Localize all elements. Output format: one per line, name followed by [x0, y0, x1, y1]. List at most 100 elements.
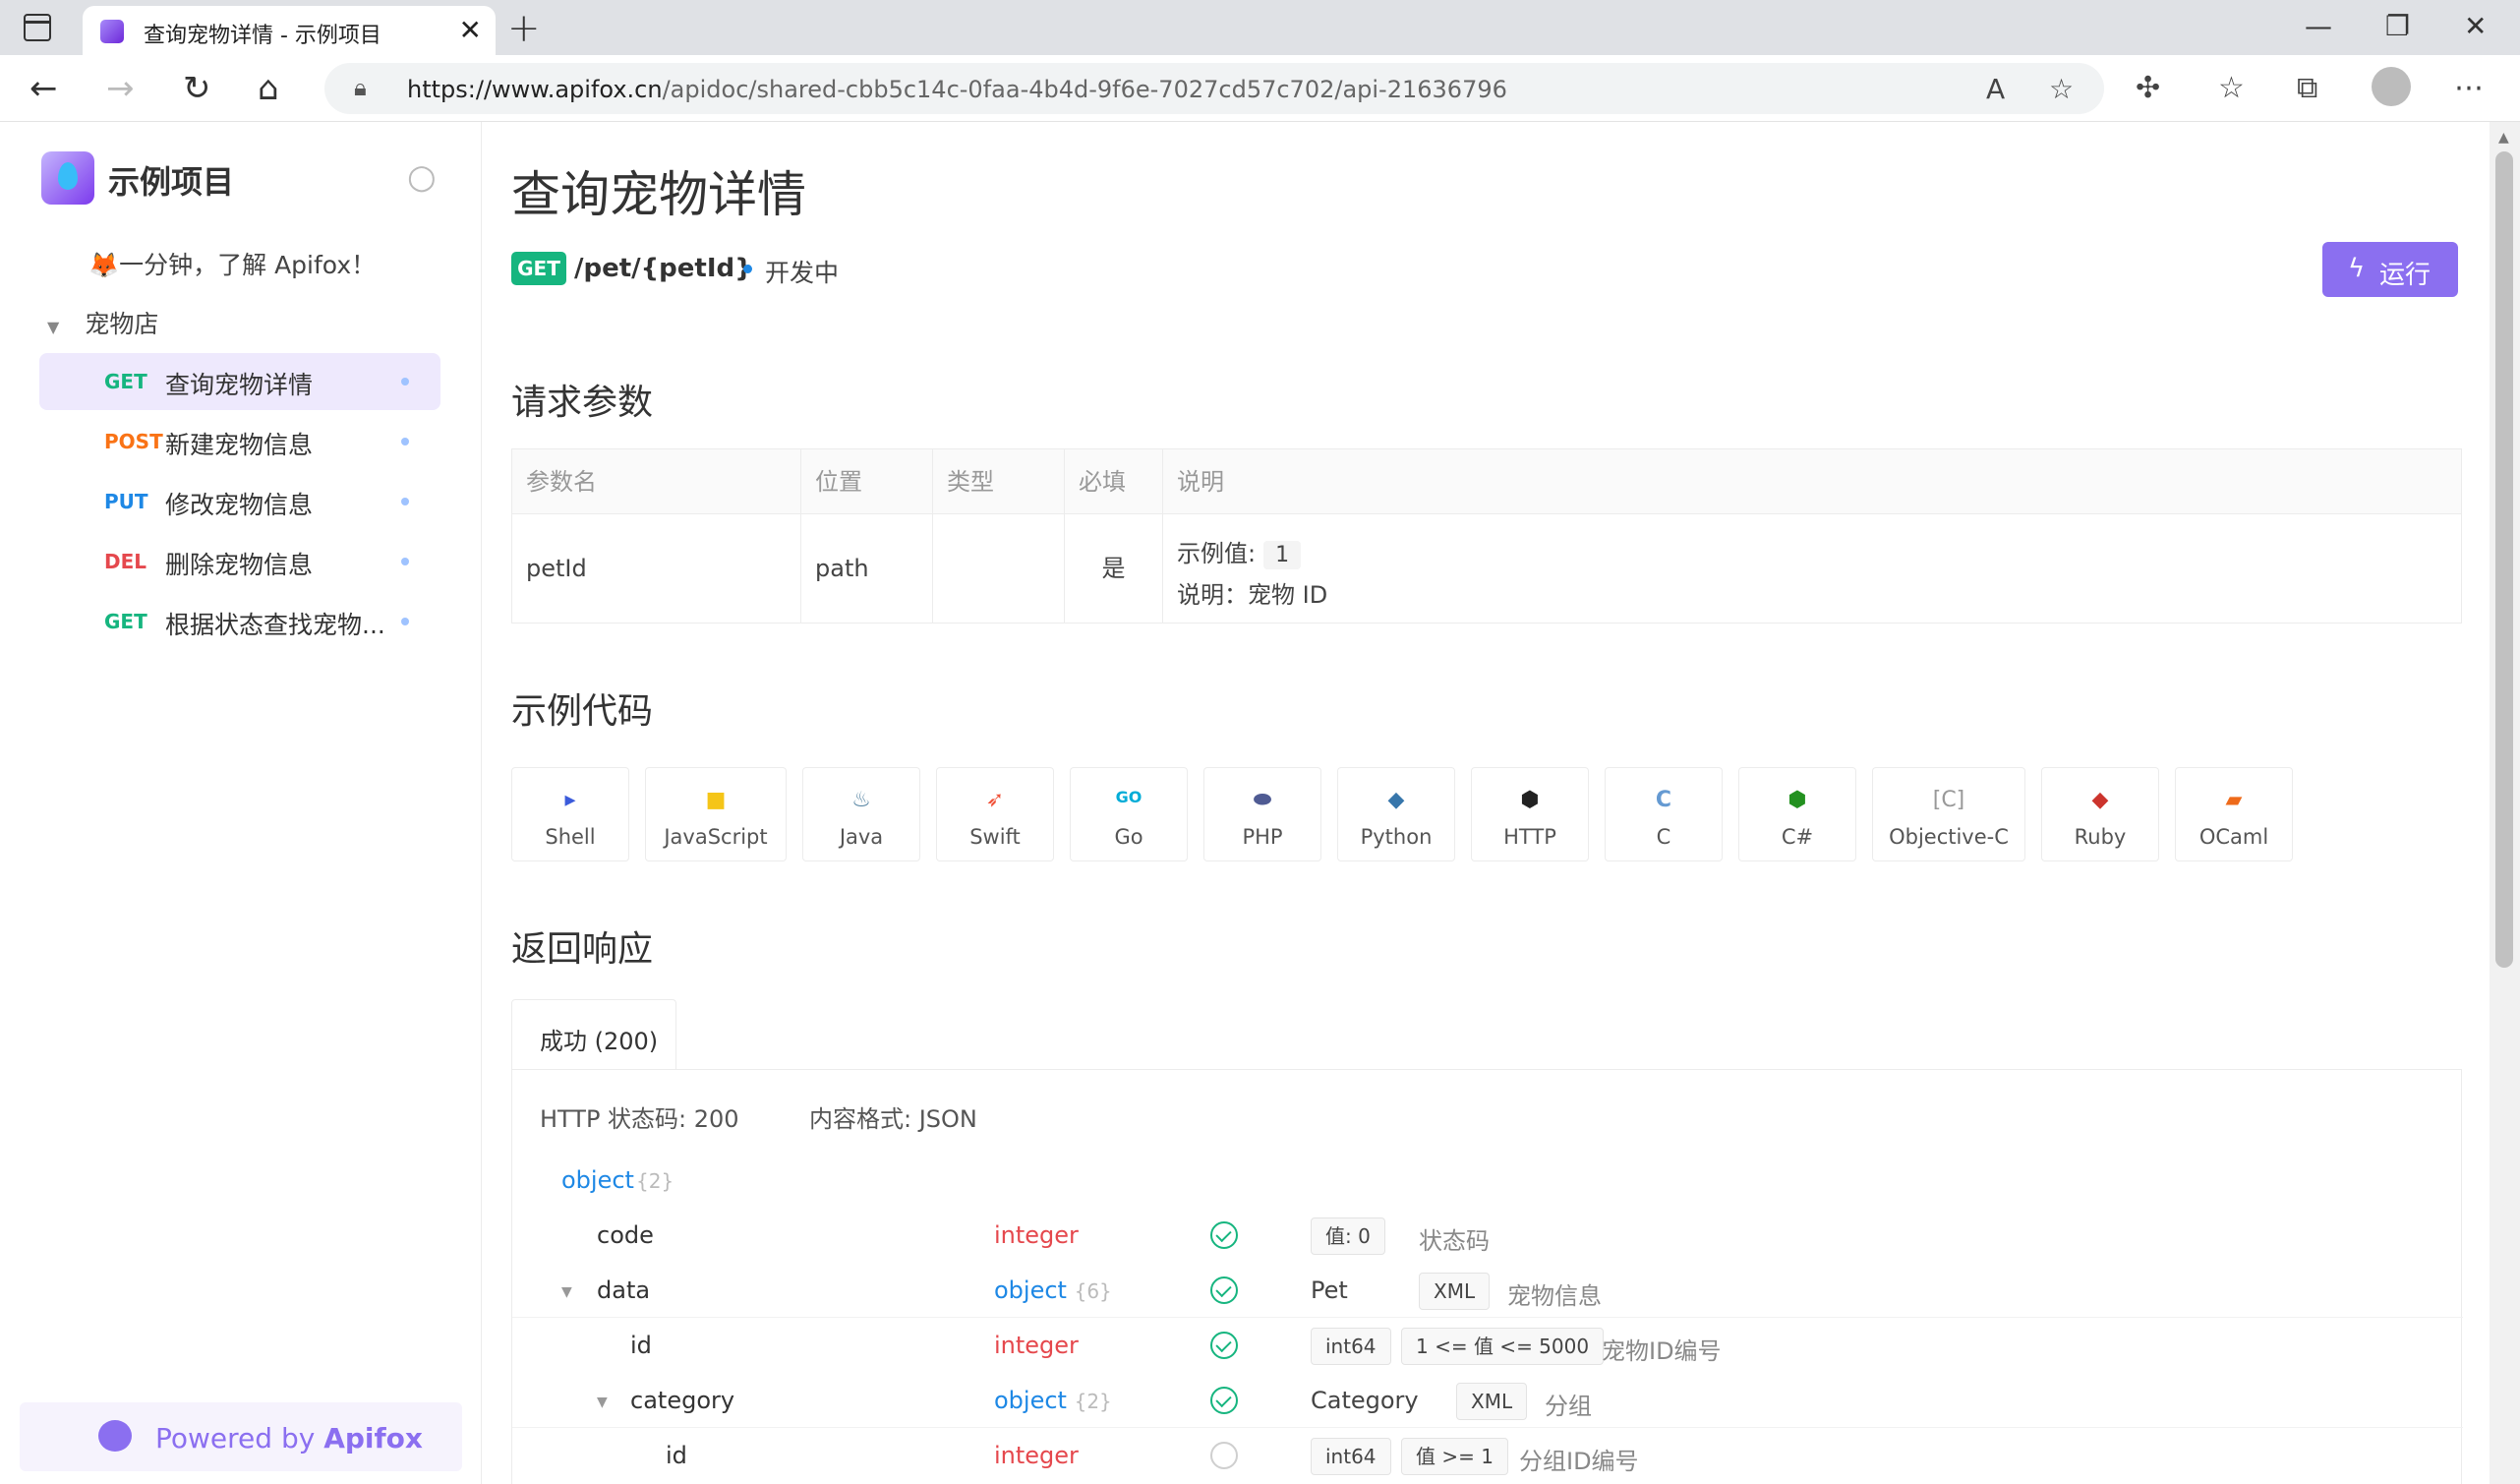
close-window-icon[interactable]: ✕ [2464, 10, 2487, 42]
new-tab-icon[interactable]: + [507, 6, 541, 51]
sidebar-item-delete-pet[interactable]: DEL 删除宠物信息 [39, 533, 440, 590]
status-dot [401, 498, 409, 505]
lang-php[interactable]: ⬬ PHP [1203, 767, 1321, 861]
api-name: 查询宠物详情 [165, 371, 314, 399]
powered-by-text: Powered by Apifox [155, 1422, 423, 1454]
javascript-icon: ■ [705, 788, 727, 812]
schema-row: ▼ category object {2} Category XML 分组 [512, 1373, 2463, 1428]
field-desc: 分组 [1545, 1393, 1592, 1420]
content-type: 内容格式: JSON [809, 1105, 977, 1133]
back-icon[interactable]: ← [29, 69, 58, 108]
sidebar-item-get-pet[interactable]: GET 查询宠物详情 [39, 353, 440, 410]
lang-shell[interactable]: ▸ Shell [511, 767, 629, 861]
lang-c[interactable]: CC [1605, 767, 1723, 861]
field-name: data [597, 1276, 651, 1304]
param-type [933, 514, 1065, 623]
scroll-thumb[interactable] [2495, 151, 2513, 968]
page-scrollbar[interactable]: ▲ [2490, 122, 2520, 1484]
close-tab-icon[interactable]: ✕ [459, 14, 482, 46]
read-aloud-icon[interactable]: A [1986, 73, 2005, 105]
forward-icon[interactable]: → [106, 69, 135, 108]
schema-row: code integer 值: 0 状态码 [512, 1208, 2463, 1263]
ocaml-icon: ▰ [2225, 788, 2243, 812]
range-chip: 值 >= 1 [1401, 1438, 1508, 1475]
status-dot [401, 618, 409, 625]
param-name: petId [512, 514, 801, 623]
tab-actions-icon[interactable] [24, 14, 51, 41]
lang-python[interactable]: ◆ Python [1337, 767, 1455, 861]
schema-ref[interactable]: Category [1311, 1387, 1419, 1414]
lang-java[interactable]: ♨ Java [802, 767, 920, 861]
schema-root-row: object {2} [512, 1153, 2463, 1208]
http-status-code: HTTP 状态码: 200 [540, 1105, 739, 1133]
more-menu-icon[interactable]: ⋯ [2454, 71, 2484, 105]
sidebar-item-put-pet[interactable]: PUT 修改宠物信息 [39, 473, 440, 530]
apifox-logo-icon [98, 1420, 132, 1452]
field-name: id [666, 1442, 687, 1469]
browser-tab[interactable]: 查询宠物详情 - 示例项目 ✕ [83, 6, 496, 55]
url-field[interactable]: 🔒︎ https://www.apifox.cn/apidoc/shared-c… [324, 63, 2104, 114]
profile-avatar[interactable] [2372, 67, 2411, 106]
run-button[interactable]: ϟ 运行 [2322, 242, 2458, 297]
header-location: 位置 [801, 449, 933, 514]
home-icon[interactable]: ⌂ [258, 69, 279, 108]
status-dot [401, 438, 409, 445]
lang-ocaml[interactable]: ▰ OCaml [2175, 767, 2293, 861]
lang-ruby[interactable]: ◆ Ruby [2041, 767, 2159, 861]
lang-go[interactable]: GO Go [1070, 767, 1188, 861]
lang-swift[interactable]: ➶ Swift [936, 767, 1054, 861]
sidebar-item-post-pet[interactable]: POST 新建宠物信息 [39, 413, 440, 470]
field-type: integer [994, 1221, 1079, 1249]
add-favorite-icon[interactable]: ☆ [2049, 73, 2074, 105]
sidebar: 示例项目 ○ 🦊一分钟，了解 Apifox！ ▼ 宠物店 GET 查询宠物详情 P… [0, 122, 482, 1484]
restore-icon[interactable]: ❐ [2385, 10, 2410, 42]
lock-icon[interactable]: 🔒︎ [354, 74, 367, 101]
field-desc: 宠物ID编号 [1602, 1337, 1722, 1365]
intro-link[interactable]: 🦊一分钟，了解 Apifox！ [88, 246, 376, 281]
format-chip: int64 [1311, 1328, 1391, 1365]
lang-objective-c[interactable]: [C] Objective-C [1872, 767, 2025, 861]
collections-icon[interactable]: ⧉ [2297, 71, 2317, 105]
schema-row: id integer int64 1 <= 值 <= 5000 宠物ID编号 [512, 1318, 2463, 1373]
sidebar-item-find-by-status[interactable]: GET 根据状态查找宠物... [39, 593, 440, 650]
field-name: code [597, 1221, 654, 1249]
schema-ref[interactable]: Pet [1311, 1276, 1348, 1304]
status-text: 开发中 [765, 259, 840, 287]
collapse-caret-icon[interactable]: ▼ [561, 1284, 572, 1300]
example-value-chip: 1 [1263, 541, 1302, 569]
favorites-icon[interactable]: ☆ [2218, 71, 2245, 105]
range-chip: 1 <= 值 <= 5000 [1401, 1328, 1605, 1365]
param-desc-text: 说明：宠物 ID [1177, 581, 1328, 609]
extensions-icon[interactable]: ✣ [2136, 71, 2160, 105]
schema-row: ▼ data object {6} Pet XML 宠物信息 [512, 1263, 2463, 1318]
param-description: 示例值: 1 说明：宠物 ID [1163, 514, 2461, 623]
status-dot [401, 378, 409, 386]
project-logo [41, 151, 94, 205]
xml-chip: XML [1419, 1273, 1491, 1310]
lang-csharp[interactable]: ⬢ C# [1738, 767, 1856, 861]
refresh-icon[interactable]: ↻ [183, 69, 211, 108]
example-value-line: 示例值: 1 [1177, 534, 1302, 569]
folder-pet-store[interactable]: ▼ 宠物店 [47, 305, 158, 340]
params-section-title: 请求参数 [511, 383, 654, 423]
search-icon[interactable]: ○ [407, 157, 437, 197]
required-check-icon [1210, 1332, 1238, 1359]
powered-by-link[interactable]: Powered by Apifox [20, 1402, 462, 1471]
project-name: 示例项目 [108, 163, 235, 201]
minimize-icon[interactable]: — [2305, 10, 2332, 42]
collapse-caret-icon[interactable]: ▼ [597, 1395, 608, 1410]
method-badge: GET [511, 252, 566, 285]
ruby-icon: ◆ [2091, 788, 2109, 812]
objective-c-icon: [C] [1932, 788, 1965, 812]
scroll-up-arrow-icon[interactable]: ▲ [2498, 130, 2509, 146]
method-label: GET [104, 610, 147, 633]
header-required: 必填 [1065, 449, 1163, 514]
lang-javascript[interactable]: ■ JavaScript [645, 767, 787, 861]
tab-success-200[interactable]: 成功 (200) [511, 999, 676, 1070]
code-language-list: ▸ Shell ■ JavaScript ♨ Java ➶ Swift GO Go ⬬ PH… [511, 767, 2379, 861]
status-dot [401, 558, 409, 565]
field-type: integer [994, 1332, 1079, 1359]
field-desc: 分组ID编号 [1519, 1448, 1639, 1475]
php-icon: ⬬ [1253, 788, 1272, 812]
lang-http[interactable]: ⬢ HTTP [1471, 767, 1589, 861]
